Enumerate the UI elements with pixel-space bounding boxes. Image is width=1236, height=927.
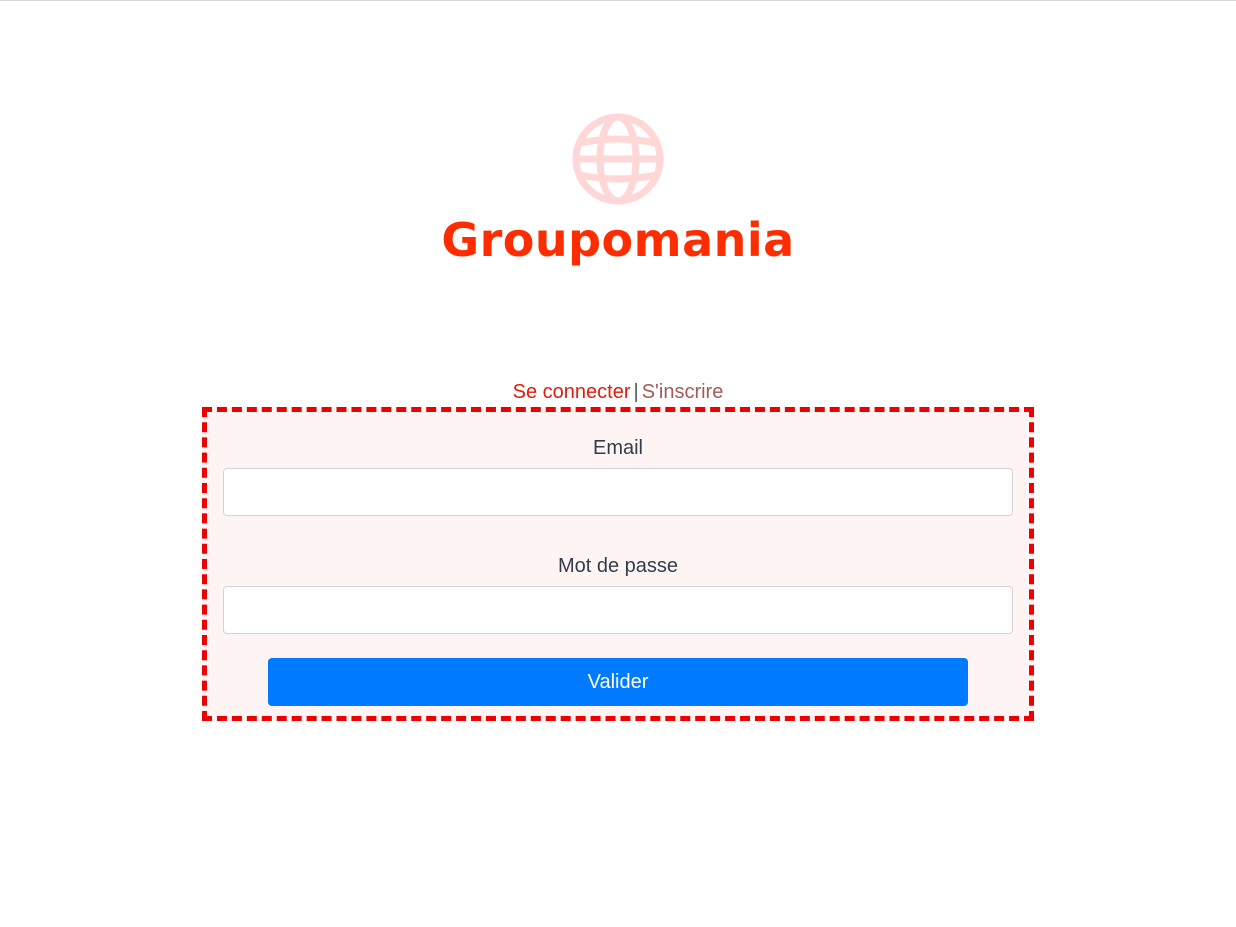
password-field[interactable] [223,586,1013,634]
submit-button[interactable]: Valider [268,658,968,706]
auth-separator: | [633,381,639,403]
email-field[interactable] [223,468,1013,516]
auth-switch: Se connecter | S'inscrire [0,379,1236,405]
login-page: Groupomania Se connecter | S'inscrire Emai… [0,0,1236,927]
brand-name: Groupomania [441,213,795,267]
login-tab-link[interactable]: Se connecter [513,381,631,403]
logo: Groupomania [0,111,1236,265]
email-label: Email [592,437,643,459]
login-form: Email Mot de passe Valider [202,407,1034,721]
signup-tab-link[interactable]: S'inscrire [642,381,724,403]
password-label: Mot de passe [557,555,679,577]
globe-icon [572,113,664,205]
